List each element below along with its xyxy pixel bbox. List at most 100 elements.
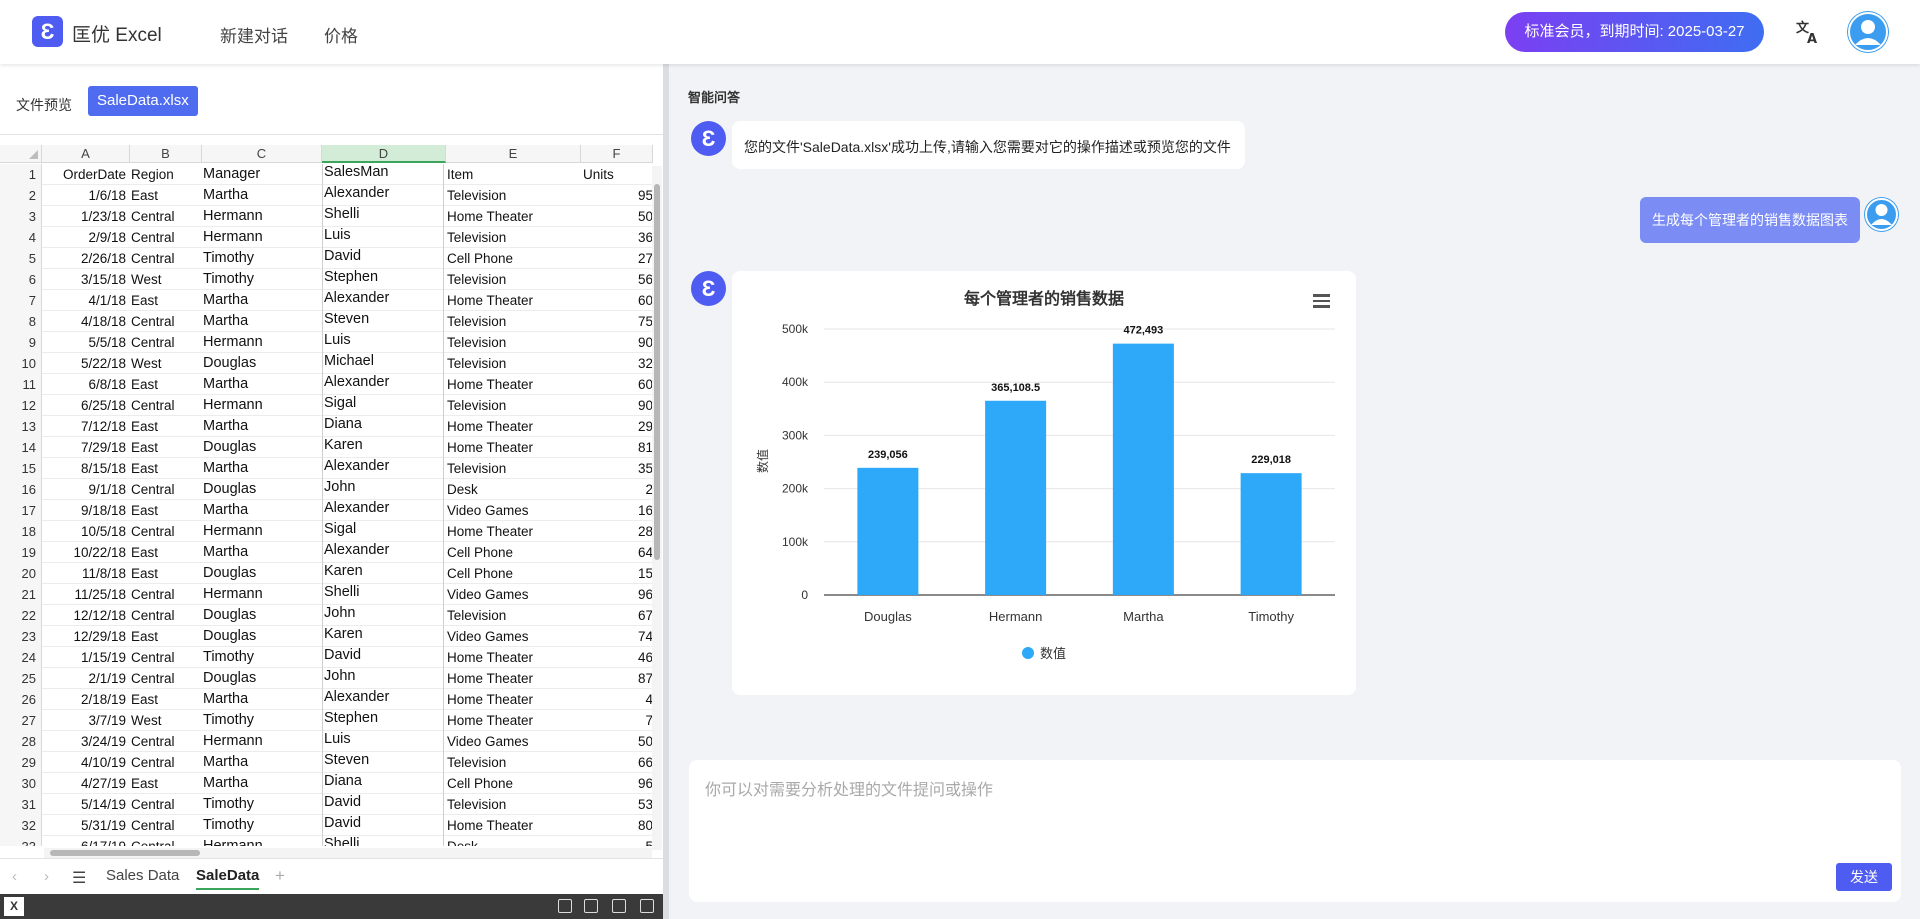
sheet-tab-saledata[interactable]: SaleData [196,867,260,890]
table-cell[interactable]: 5/5/18 [43,332,128,353]
table-cell[interactable]: Martha [202,773,320,794]
table-cell[interactable]: 1/6/18 [43,185,128,206]
table-cell[interactable]: East [130,290,200,311]
table-cell[interactable]: Central [130,479,200,500]
table-row[interactable]: 4 2/9/18 Central Hermann Luis Television 36 [0,227,660,248]
table-cell[interactable]: 32 [581,353,653,374]
table-cell[interactable]: Central [130,836,200,846]
table-cell[interactable]: Stephen [322,269,444,290]
table-cell[interactable]: 87 [581,668,653,689]
vertical-scrollbar[interactable] [652,166,662,850]
sheet-tab-sales-data[interactable]: Sales Data [106,867,179,884]
table-row[interactable]: 23 12/29/18 East Douglas Karen Video Games 74 [0,626,660,647]
table-cell[interactable]: Alexander [322,542,444,563]
user-avatar-icon[interactable] [1847,11,1889,53]
table-cell[interactable]: Hermann [202,332,320,353]
status-layout-icon[interactable] [612,899,626,913]
table-cell[interactable]: Martha [202,689,320,710]
vertical-scroll-thumb[interactable] [654,184,660,560]
row-number[interactable]: 9 [0,332,42,353]
row-number[interactable]: 6 [0,269,42,290]
table-cell[interactable]: Luis [322,227,444,248]
table-cell[interactable]: Martha [202,311,320,332]
chart-menu-icon[interactable] [1313,294,1330,308]
table-cell[interactable]: Cell Phone [446,773,579,794]
table-cell[interactable]: 95 [581,185,653,206]
table-cell[interactable]: John [322,668,444,689]
table-cell[interactable]: Home Theater [446,689,579,710]
horizontal-scrollbar[interactable] [44,848,652,858]
table-row[interactable]: 24 1/15/19 Central Timothy David Home Theater… [0,647,660,668]
table-row[interactable]: 16 9/1/18 Central Douglas John Desk 2 [0,479,660,500]
table-cell[interactable]: 35 [581,458,653,479]
table-cell[interactable]: 2 [581,479,653,500]
table-cell[interactable]: Steven [322,311,444,332]
table-cell[interactable]: 3/15/18 [43,269,128,290]
table-cell[interactable]: 27 [581,248,653,269]
table-cell[interactable]: Television [446,794,579,815]
table-row[interactable]: 14 7/29/18 East Douglas Karen Home Theater 81 [0,437,660,458]
column-header-b[interactable]: B [130,145,202,163]
table-cell[interactable]: Home Theater [446,521,579,542]
table-cell[interactable]: Alexander [322,500,444,521]
file-tab-chip[interactable]: SaleData.xlsx [88,86,198,116]
table-cell[interactable]: Diana [322,773,444,794]
table-cell[interactable]: Central [130,731,200,752]
table-cell[interactable]: John [322,605,444,626]
table-cell[interactable]: 8/15/18 [43,458,128,479]
row-number[interactable]: 31 [0,794,42,815]
row-number[interactable]: 10 [0,353,42,374]
table-row[interactable]: 21 11/25/18 Central Hermann Shelli Video Game… [0,584,660,605]
table-cell[interactable]: Television [446,185,579,206]
table-cell[interactable]: East [130,563,200,584]
table-cell[interactable]: Central [130,206,200,227]
table-cell[interactable]: Hermann [202,227,320,248]
table-cell[interactable]: Home Theater [446,416,579,437]
table-cell[interactable]: Television [446,227,579,248]
table-cell[interactable]: East [130,689,200,710]
table-row[interactable]: 1 OrderDate Region Manager SalesMan Item Units [0,164,660,185]
table-cell[interactable]: 64 [581,542,653,563]
table-cell[interactable]: Item [446,164,579,185]
table-cell[interactable]: David [322,647,444,668]
table-cell[interactable]: 2/26/18 [43,248,128,269]
table-cell[interactable]: 2/1/19 [43,668,128,689]
send-button[interactable]: 发送 [1836,863,1892,891]
table-cell[interactable]: Luis [322,731,444,752]
table-cell[interactable]: 29 [581,416,653,437]
table-cell[interactable]: Diana [322,416,444,437]
table-cell[interactable]: Martha [202,290,320,311]
table-cell[interactable]: East [130,458,200,479]
table-cell[interactable]: Douglas [202,563,320,584]
row-number[interactable]: 13 [0,416,42,437]
table-cell[interactable]: Home Theater [446,668,579,689]
table-cell[interactable]: Central [130,605,200,626]
table-cell[interactable]: Luis [322,332,444,353]
table-cell[interactable]: Central [130,248,200,269]
table-cell[interactable]: Television [446,395,579,416]
table-row[interactable]: 17 9/18/18 East Martha Alexander Video Games 1… [0,500,660,521]
table-cell[interactable]: Television [446,353,579,374]
table-cell[interactable]: East [130,773,200,794]
nav-pricing-link[interactable]: 价格 [324,22,358,47]
table-cell[interactable]: Home Theater [446,710,579,731]
column-header-d[interactable]: D [322,145,446,163]
row-number[interactable]: 8 [0,311,42,332]
table-cell[interactable]: Alexander [322,185,444,206]
table-cell[interactable]: 9/18/18 [43,500,128,521]
table-cell[interactable]: 4/27/19 [43,773,128,794]
table-cell[interactable]: 50 [581,731,653,752]
membership-badge[interactable]: 标准会员，到期时间: 2025-03-27 [1505,12,1764,52]
next-sheet-icon[interactable]: › [44,868,49,885]
table-cell[interactable]: Central [130,395,200,416]
table-cell[interactable]: Alexander [322,374,444,395]
table-cell[interactable]: Central [130,668,200,689]
row-number[interactable]: 5 [0,248,42,269]
row-number[interactable]: 19 [0,542,42,563]
row-number[interactable]: 32 [0,815,42,836]
row-number[interactable]: 3 [0,206,42,227]
table-cell[interactable]: Sigal [322,521,444,542]
table-row[interactable]: 3 1/23/18 Central Hermann Shelli Home Theater… [0,206,660,227]
select-all-corner[interactable] [0,145,42,163]
table-cell[interactable]: 5 [581,836,653,846]
